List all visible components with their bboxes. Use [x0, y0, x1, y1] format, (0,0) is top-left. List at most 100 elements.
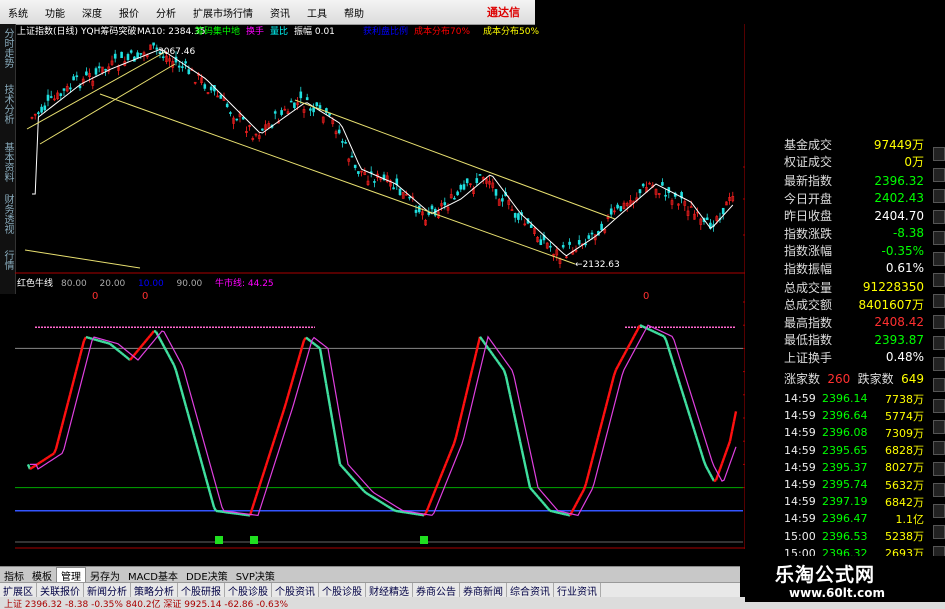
side-button[interactable] — [933, 168, 945, 182]
osc-segment — [296, 353, 302, 362]
side-button[interactable] — [933, 525, 945, 539]
indicator-tab-5[interactable]: DDE决策 — [182, 568, 232, 583]
osc-segment — [117, 349, 121, 353]
osc-segment — [442, 463, 448, 469]
side-button[interactable] — [933, 441, 945, 455]
osc-segment — [722, 451, 728, 459]
side-button[interactable] — [933, 315, 945, 329]
info-tab-4[interactable]: 个股研报 — [178, 583, 225, 598]
osc-segment — [172, 364, 178, 371]
side-button[interactable] — [933, 357, 945, 371]
info-tab-1[interactable]: 关联报价 — [37, 583, 84, 598]
osc-segment — [184, 406, 190, 415]
side-tab-0[interactable]: 分时走势 — [2, 28, 13, 68]
osc-segment — [543, 503, 547, 507]
tick-price: 2395.74 — [822, 478, 868, 491]
menu-item-7[interactable]: 工具 — [299, 5, 336, 20]
side-tab-4[interactable]: 行情 — [2, 250, 13, 270]
candle-body — [453, 197, 456, 200]
osc-segment — [501, 366, 505, 371]
menu-item-4[interactable]: 分析 — [148, 5, 185, 20]
indicator-tab-3[interactable]: 另存为 — [86, 568, 124, 583]
candle-body — [293, 102, 296, 108]
menu-item-6[interactable]: 资讯 — [262, 5, 299, 20]
info-tab-5[interactable]: 个股诊股 — [225, 583, 272, 598]
osc-segment — [320, 359, 326, 372]
watermark-title: 乐淘公式网 — [775, 564, 876, 586]
menu-item-8[interactable]: 帮助 — [336, 5, 373, 20]
osc-segment — [700, 454, 706, 462]
side-button[interactable] — [933, 399, 945, 413]
side-button[interactable] — [933, 252, 945, 266]
info-tab-2[interactable]: 新闻分析 — [84, 583, 131, 598]
candle-body — [600, 223, 603, 231]
osc-segment — [266, 452, 272, 460]
side-button[interactable] — [933, 294, 945, 308]
side-tab-2[interactable]: 基本资料 — [2, 142, 13, 182]
info-tab-8[interactable]: 财经精选 — [366, 583, 413, 598]
side-button[interactable] — [933, 336, 945, 350]
side-tab-1[interactable]: 技术分析 — [2, 84, 13, 124]
menu-item-5[interactable]: 扩展市场行情 — [185, 5, 262, 20]
tick-row: 14:59 2397.19 6842万 — [784, 494, 924, 510]
side-button[interactable] — [933, 231, 945, 245]
osc-segment — [426, 502, 432, 509]
osc-segment — [596, 429, 602, 438]
side-button[interactable] — [933, 462, 945, 476]
side-button[interactable] — [933, 273, 945, 287]
info-tab-6[interactable]: 个股资讯 — [272, 583, 319, 598]
indicator-tab-4[interactable]: MACD基本 — [124, 568, 182, 583]
menu-item-2[interactable]: 深度 — [74, 5, 111, 20]
side-button[interactable] — [933, 504, 945, 518]
candle-body — [357, 171, 360, 174]
osc-segment — [604, 398, 610, 407]
tick-volume: 7738万 — [885, 392, 924, 406]
right-info-panel: 基金成交 97449万 权证成交 0万 最新指数 2396.32 今日开盘 2402.43 昨日… — [780, 136, 945, 561]
osc-segment — [618, 358, 624, 363]
osc-segment — [168, 357, 174, 362]
osc-segment — [387, 505, 391, 509]
side-button[interactable] — [933, 189, 945, 203]
osc-segment — [210, 499, 216, 508]
candle-body — [353, 164, 357, 168]
side-button[interactable] — [933, 147, 945, 161]
info-tab-9[interactable]: 券商公告 — [413, 583, 460, 598]
osc-segment — [151, 330, 155, 335]
osc-segment — [51, 452, 55, 456]
side-button[interactable] — [933, 420, 945, 434]
menu-item-3[interactable]: 报价 — [111, 5, 148, 20]
info-tab-12[interactable]: 行业资讯 — [554, 583, 601, 598]
indicator-tab-1[interactable]: 模板 — [28, 568, 56, 583]
info-tab-7[interactable]: 个股诊股 — [319, 583, 366, 598]
indicator-tab-6[interactable]: SVP决策 — [232, 568, 279, 583]
chart-area[interactable]: 上证指数(日线) YQH筹码突破 MA10: 2384.35 筹码集中地 换手 量比 振幅 … — [15, 24, 786, 564]
side-button[interactable] — [933, 378, 945, 392]
osc-segment — [393, 509, 397, 513]
menu-item-0[interactable]: 系统 — [0, 5, 37, 20]
menu-item-1[interactable]: 功能 — [37, 5, 74, 20]
side-button[interactable] — [933, 483, 945, 497]
stat-label: 昨日收盘 — [784, 209, 833, 223]
side-tab-3[interactable]: 财务透视 — [2, 194, 13, 234]
osc-segment — [452, 436, 458, 445]
info-tab-11[interactable]: 综合资讯 — [507, 583, 554, 598]
osc-segment — [49, 453, 53, 458]
info-tab-3[interactable]: 策略分析 — [131, 583, 178, 598]
indicator-tab-2[interactable]: 管理 — [56, 566, 86, 584]
osc-segment — [666, 346, 672, 354]
osc-segment — [315, 344, 319, 348]
kline-chart[interactable]: 上证指数(日线) YQH筹码突破 MA10: 2384.35筹码集中地 换手 量比 振幅 … — [15, 24, 786, 564]
info-tab-0[interactable]: 扩展区 — [0, 583, 37, 598]
stat-label: 指数涨跌 — [784, 226, 833, 241]
indicator-tab-0[interactable]: 指标 — [0, 568, 28, 583]
tick-row: 14:59 2396.08 7309万 — [784, 425, 924, 441]
osc-segment — [294, 360, 300, 369]
osc-segment — [33, 464, 37, 468]
side-button[interactable] — [933, 210, 945, 224]
osc-segment — [107, 342, 111, 345]
osc-segment — [547, 507, 551, 512]
info-tab-10[interactable]: 券商新闻 — [460, 583, 507, 598]
tick-price: 2396.47 — [822, 512, 868, 526]
osc-segment — [718, 463, 724, 470]
osc-segment — [466, 378, 472, 388]
